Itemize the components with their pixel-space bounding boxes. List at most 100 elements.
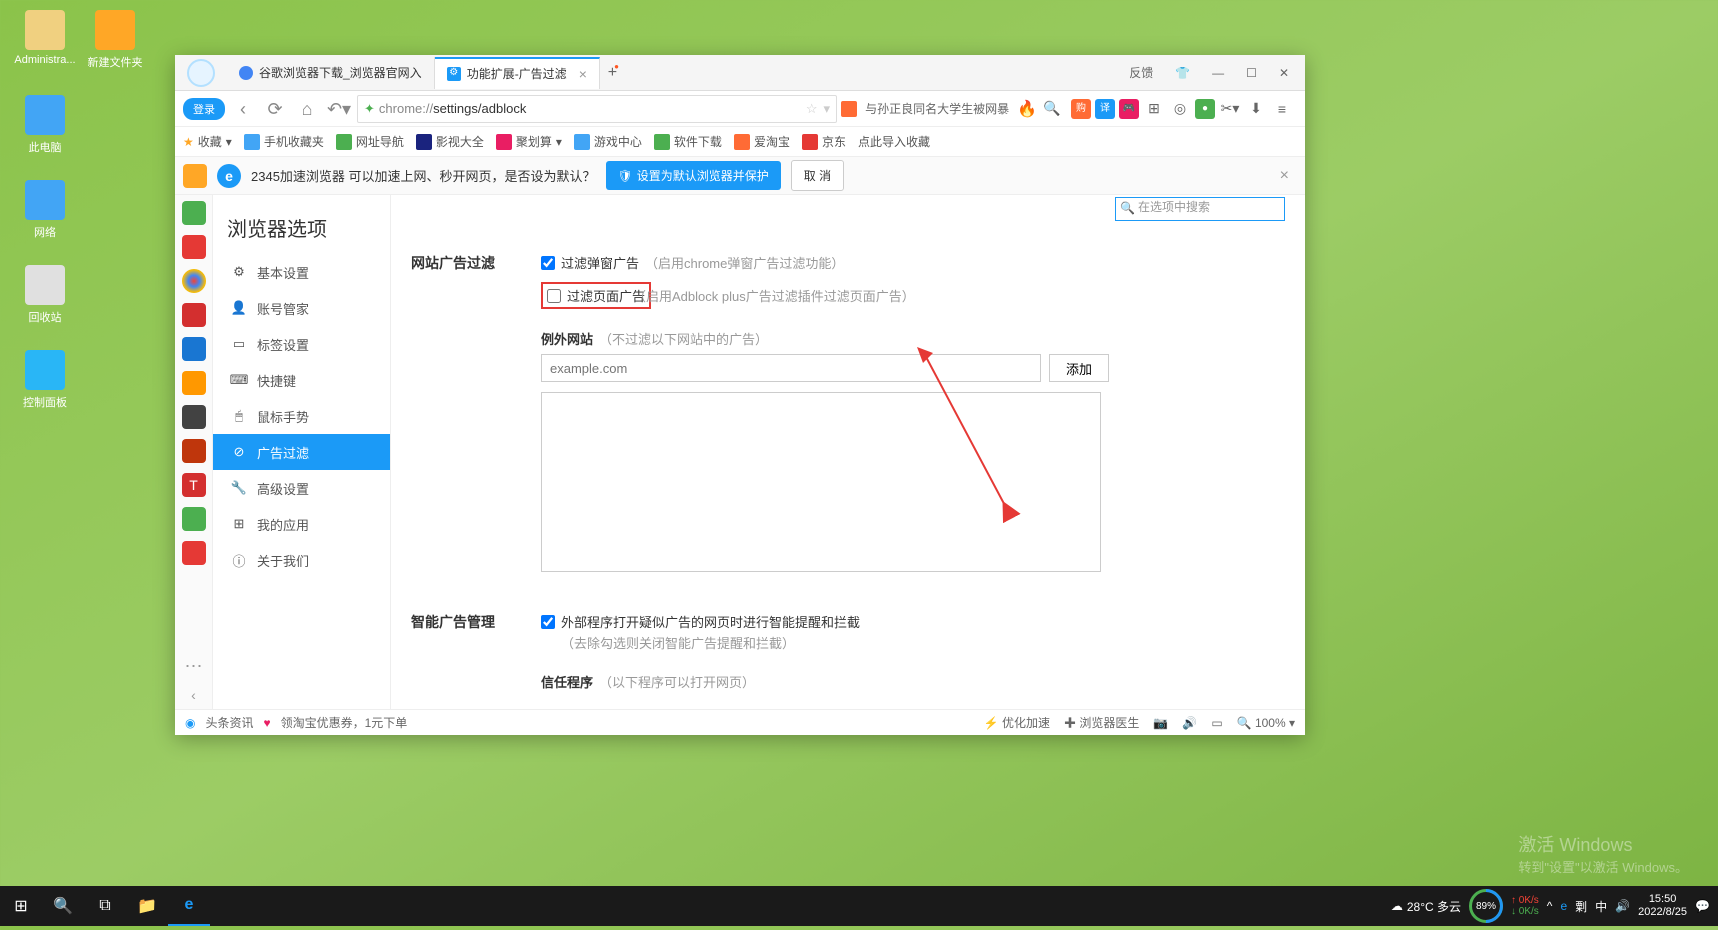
rail-game2-icon[interactable] [182, 439, 206, 463]
net-speed-widget[interactable]: ↑ 0K/s ↓ 0K/s [1511, 895, 1539, 917]
login-button[interactable]: 登录 [183, 98, 225, 120]
rail-iqiyi-icon[interactable] [182, 507, 206, 531]
popup-filter-checkbox[interactable] [541, 256, 555, 270]
desktop-icon-recyclebin[interactable]: 回收站 [10, 265, 80, 325]
address-bar[interactable]: ✦ chrome://settings/adblock ☆ ▾ [357, 95, 837, 123]
add-exception-button[interactable]: 添加 [1049, 354, 1109, 382]
compat-icon[interactable]: ▭ [1211, 716, 1222, 730]
weather-widget[interactable]: ☁ 28°C 多云 [1391, 898, 1461, 915]
close-icon[interactable]: × [1272, 167, 1297, 185]
tray-browser-icon[interactable]: e [1560, 899, 1567, 913]
desktop-icon-newfolder[interactable]: 新建文件夹 [80, 10, 150, 70]
rail-dragon-icon[interactable] [182, 405, 206, 429]
sidebar-item-advanced[interactable]: 🔧高级设置 [213, 470, 390, 506]
bookmark-jd[interactable]: 京东 [802, 133, 846, 150]
tray-chevron-icon[interactable]: ^ [1547, 899, 1553, 913]
rail-t-icon[interactable]: T [182, 473, 206, 497]
desktop-icon-admin[interactable]: Administra... [10, 10, 80, 66]
search-button[interactable]: 🔍 [42, 886, 84, 926]
cancel-button[interactable]: 取 消 [791, 160, 844, 191]
rail-pdf-icon[interactable] [182, 235, 206, 259]
sidebar-item-mouse[interactable]: 🖱鼠标手势 [213, 398, 390, 434]
clock-widget[interactable]: 15:50 2022/8/25 [1638, 893, 1687, 919]
sound-icon[interactable]: 🔊 [1182, 716, 1197, 730]
restore-button[interactable]: ↶▾ [325, 95, 353, 123]
page-filter-checkbox[interactable] [547, 289, 561, 303]
translate-icon[interactable]: 译 [1095, 99, 1115, 119]
sidebar-item-tabs[interactable]: ▭标签设置 [213, 326, 390, 362]
minimize-button[interactable]: — [1206, 62, 1230, 84]
new-tab-button[interactable]: +● [600, 64, 630, 82]
sidebar-item-apps[interactable]: ⊞我的应用 [213, 506, 390, 542]
tray-volume-icon[interactable]: 🔊 [1615, 899, 1630, 913]
rail-news-icon[interactable] [182, 541, 206, 565]
bookmark-import[interactable]: 点此导入收藏 [858, 133, 930, 150]
back-button[interactable]: ‹ [229, 95, 257, 123]
perf-widget[interactable]: 89% [1469, 889, 1503, 923]
tab-1[interactable]: 谷歌浏览器下载_浏览器官网入 [227, 57, 435, 89]
rail-chrome-icon[interactable] [182, 269, 206, 293]
feedback-button[interactable]: 反馈 [1123, 60, 1159, 85]
search-icon[interactable]: 🔍 [1041, 98, 1063, 120]
close-button[interactable]: ✕ [1273, 62, 1295, 84]
coupon-link[interactable]: 领淘宝优惠券，1元下单 [281, 714, 408, 731]
reload-button[interactable]: ⟳ [261, 95, 289, 123]
star-icon[interactable]: ☆ [806, 101, 818, 117]
green-icon[interactable]: ● [1195, 99, 1215, 119]
bookmark-video[interactable]: 影视大全 [416, 133, 484, 150]
close-icon[interactable]: × [579, 66, 587, 82]
sidebar-item-account[interactable]: 👤账号管家 [213, 290, 390, 326]
bookmark-juhuasuan[interactable]: 聚划算▾ [496, 133, 562, 150]
bookmark-taobao[interactable]: 爱淘宝 [734, 133, 790, 150]
settings-search-input[interactable]: 在选项中搜索 [1115, 197, 1285, 221]
news-link[interactable]: 头条资讯 [205, 714, 253, 731]
game-icon[interactable]: 🎮 [1119, 99, 1139, 119]
rail-game-icon[interactable] [182, 371, 206, 395]
taskview-button[interactable]: ⧉ [84, 886, 126, 926]
hot-search-text[interactable]: 与孙正良同名大学生被网暴 [865, 100, 1009, 117]
exception-list[interactable] [541, 392, 1101, 572]
sidebar-item-basic[interactable]: ⚙基本设置 [213, 254, 390, 290]
smart-block-checkbox[interactable] [541, 615, 555, 629]
optimize-button[interactable]: ⚡ 优化加速 [984, 714, 1050, 731]
sidebar-item-adblock[interactable]: ⊘广告过滤 [213, 434, 390, 470]
tray-input-icon[interactable]: 中 [1595, 898, 1607, 915]
desktop-icon-thispc[interactable]: 此电脑 [10, 95, 80, 155]
rail-east-icon[interactable] [182, 303, 206, 327]
explorer-button[interactable]: 📁 [126, 886, 168, 926]
avatar-button[interactable] [175, 55, 227, 91]
desktop-icon-controlpanel[interactable]: 控制面板 [10, 350, 80, 410]
favorites-button[interactable]: ★收藏▾ [183, 133, 232, 150]
skin-icon[interactable]: 👕 [1169, 62, 1196, 84]
zoom-label[interactable]: 🔍 100% ▾ [1237, 716, 1295, 730]
shop-icon[interactable]: 购 [1071, 99, 1091, 119]
doctor-button[interactable]: ✚ 浏览器医生 [1064, 714, 1139, 731]
set-default-button[interactable]: 🛡设置为默认浏览器并保护 [606, 161, 781, 190]
dropdown-icon[interactable]: ▾ [824, 101, 831, 117]
download-icon[interactable]: ⬇ [1245, 98, 1267, 120]
browser-taskbar-button[interactable]: e [168, 886, 210, 926]
rail-more-icon[interactable]: ⋯ [185, 656, 203, 677]
maximize-button[interactable]: ☐ [1240, 62, 1263, 84]
bookmark-software[interactable]: 软件下载 [654, 133, 722, 150]
screenshot-icon[interactable]: 📷 [1153, 716, 1168, 730]
cut-icon[interactable]: ✂▾ [1219, 98, 1241, 120]
rail-app-icon[interactable] [182, 337, 206, 361]
grid-icon[interactable]: ⊞ [1143, 98, 1165, 120]
bookmark-game[interactable]: 游戏中心 [574, 133, 642, 150]
tray-ime-icon[interactable]: 㔄 [1575, 898, 1587, 915]
menu-icon[interactable]: ≡ [1271, 98, 1293, 120]
bookmark-mobile[interactable]: 手机收藏夹 [244, 133, 324, 150]
exception-input[interactable] [541, 354, 1041, 382]
sidebar-item-about[interactable]: ⓘ关于我们 [213, 542, 390, 578]
news-icon[interactable]: ◉ [185, 716, 195, 730]
rail-clock-icon[interactable] [182, 201, 206, 225]
desktop-icon-network[interactable]: 网络 [10, 180, 80, 240]
tab-2[interactable]: ⚙ 功能扩展-广告过滤 × [435, 57, 600, 89]
bookmark-nav[interactable]: 网址导航 [336, 133, 404, 150]
circle-icon[interactable]: ◎ [1169, 98, 1191, 120]
rail-collapse-icon[interactable]: ‹ [191, 687, 196, 703]
sidebar-item-hotkeys[interactable]: ⌨快捷键 [213, 362, 390, 398]
notifications-icon[interactable]: 💬 [1695, 899, 1710, 913]
home-button[interactable]: ⌂ [293, 95, 321, 123]
